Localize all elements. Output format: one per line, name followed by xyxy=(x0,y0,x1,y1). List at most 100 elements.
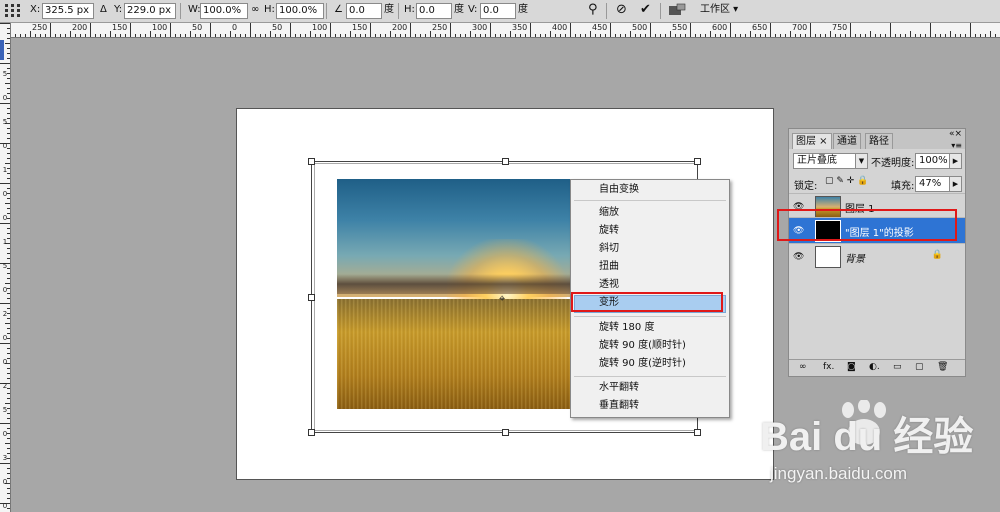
menu-item-rotate-180[interactable]: 旋转 180 度 xyxy=(599,321,654,335)
handle-top[interactable] xyxy=(502,158,509,165)
h-label: H: xyxy=(264,4,275,15)
vskew-field[interactable]: 0.0 xyxy=(480,3,516,19)
chevron-down-icon[interactable]: ▼ xyxy=(855,153,868,169)
link-icon[interactable]: ∞ xyxy=(251,3,259,17)
fill-field[interactable]: 47% xyxy=(915,176,950,192)
eye-icon[interactable]: 👁 xyxy=(793,252,804,262)
left-ruler: 5 0 5 0 1 0 0 1 5 0 2 0 0 2 5 0 3 0 0 xyxy=(0,23,11,512)
handle-top-left[interactable] xyxy=(308,158,315,165)
cancel-transform-icon[interactable]: ⊘ xyxy=(616,3,627,17)
trash-icon[interactable]: 🗑 xyxy=(937,362,948,372)
transform-center-icon[interactable]: ⌖ xyxy=(499,292,505,306)
fx-icon[interactable]: fx. xyxy=(823,362,834,372)
panel-bottom-bar: ∞ fx. ◙ ◐. ▭ ▢ 🗑 xyxy=(789,359,965,376)
y-label: Y: xyxy=(114,4,123,15)
hskew-field[interactable]: 0.0 xyxy=(416,3,452,19)
watermark-brand: Bai du 经验 xyxy=(760,415,974,459)
mask-icon[interactable]: ◙ xyxy=(847,362,856,372)
vskew-label: V: xyxy=(468,4,478,15)
layer-row-background[interactable]: 👁 背景 🔒 xyxy=(789,243,965,270)
options-bar: X: 325.5 px Δ Y: 229.0 px W: 100.0% ∞ H:… xyxy=(0,0,1000,23)
ruler-tick-label: 50 xyxy=(192,23,203,32)
baidu-watermark: Bai du 经验 jingyan.baidu.com xyxy=(752,398,992,498)
ruler-tick-label: 0 xyxy=(2,430,8,438)
watermark-url: jingyan.baidu.com xyxy=(770,464,908,483)
tab-paths[interactable]: 路径 xyxy=(865,133,893,149)
ruler-tick-label: 0 xyxy=(2,214,8,222)
ruler-tick-label: 5 xyxy=(2,70,8,78)
y-field[interactable]: 229.0 px xyxy=(124,3,176,19)
tab-layers[interactable]: 图层 × xyxy=(792,133,832,149)
h-field[interactable]: 100.0% xyxy=(276,3,324,19)
ruler-tick-label: 150 xyxy=(112,23,128,32)
new-layer-icon[interactable]: ▢ xyxy=(915,362,924,372)
menu-item-rotate-90-ccw[interactable]: 旋转 90 度(逆时针) xyxy=(599,357,686,371)
ruler-tick-label: 50 xyxy=(272,23,283,32)
menu-item-skew[interactable]: 斜切 xyxy=(599,242,619,256)
menu-item-rotate[interactable]: 旋转 xyxy=(599,224,619,238)
ruler-tick-label: 500 xyxy=(632,23,648,32)
menu-item-flip-horizontal[interactable]: 水平翻转 xyxy=(599,381,639,395)
ruler-tick-label: 2 xyxy=(2,382,8,390)
sunset-wheat-photo[interactable] xyxy=(337,179,579,409)
link-layers-icon[interactable]: ∞ xyxy=(799,362,807,372)
opacity-field[interactable]: 100% xyxy=(915,153,950,169)
w-field[interactable]: 100.0% xyxy=(200,3,248,19)
layers-panel: 图层 × 通道 路径 «× ▾≡ 正片叠底 ▼ 不透明度: 100% ▶ 锁定:… xyxy=(788,128,966,377)
ruler-tick-label: 550 xyxy=(672,23,688,32)
ruler-tick-label: 0 xyxy=(2,286,8,294)
rotation-field[interactable]: 0.0 xyxy=(346,3,382,19)
x-field[interactable]: 325.5 px xyxy=(42,3,94,19)
reference-point-icon[interactable] xyxy=(4,3,22,17)
ruler-tick-label: 750 xyxy=(832,23,848,32)
rotation-unit: 度 xyxy=(384,4,394,15)
handle-left[interactable] xyxy=(308,294,315,301)
bridge-icon[interactable] xyxy=(668,3,686,17)
ruler-tick-label: 1 xyxy=(2,238,8,246)
menu-item-flip-vertical[interactable]: 垂直翻转 xyxy=(599,399,639,413)
tab-channels[interactable]: 通道 xyxy=(833,133,861,149)
ruler-tick-label: 450 xyxy=(592,23,608,32)
handle-bottom-left[interactable] xyxy=(308,429,315,436)
annotation-box-warp xyxy=(571,292,723,312)
lock-icons[interactable]: ▢ ✎ ✛ 🔒 xyxy=(825,176,868,186)
layer-thumbnail xyxy=(815,246,841,268)
handle-bottom[interactable] xyxy=(502,429,509,436)
panel-close-icon[interactable]: «× xyxy=(949,129,962,139)
angle-icon: ∠ xyxy=(334,4,343,15)
layer-name[interactable]: 背景 xyxy=(845,250,865,265)
opacity-arrow-icon[interactable]: ▶ xyxy=(949,153,962,169)
fill-arrow-icon[interactable]: ▶ xyxy=(949,176,962,192)
delta-icon[interactable]: Δ xyxy=(100,3,107,17)
menu-item-free-transform[interactable]: 自由变换 xyxy=(599,183,639,197)
ruler-tick-label: 5 xyxy=(2,262,8,270)
ruler-tick-label: 0 xyxy=(2,190,8,198)
adjustment-icon[interactable]: ◐. xyxy=(869,362,880,372)
warp-mode-icon[interactable]: ⚲ xyxy=(588,3,598,17)
menu-item-perspective[interactable]: 透视 xyxy=(599,278,619,292)
ruler-tick-label: 2 xyxy=(2,310,8,318)
handle-top-right[interactable] xyxy=(694,158,701,165)
ruler-tick-label: 5 xyxy=(2,118,8,126)
ruler-tick-label: 100 xyxy=(152,23,168,32)
workspace-menu[interactable]: 工作区 ▾ xyxy=(700,3,738,17)
menu-item-rotate-90-cw[interactable]: 旋转 90 度(顺时针) xyxy=(599,339,686,353)
ruler-tick-label: 0 xyxy=(2,502,8,510)
group-icon[interactable]: ▭ xyxy=(893,362,902,372)
hskew-unit: 度 xyxy=(454,4,464,15)
ruler-tick-label: 3 xyxy=(2,454,8,462)
ruler-tick-label: 400 xyxy=(552,23,568,32)
ruler-tick-label: 0 xyxy=(2,358,8,366)
menu-item-distort[interactable]: 扭曲 xyxy=(599,260,619,274)
panel-menu-icon[interactable]: ▾≡ xyxy=(951,141,962,150)
ruler-tick-label: 1 xyxy=(2,166,8,174)
fill-label: 填充: xyxy=(891,181,915,192)
ruler-tick-label: 250 xyxy=(432,23,448,32)
ruler-tick-label: 0 xyxy=(2,142,8,150)
handle-bottom-right[interactable] xyxy=(694,429,701,436)
ruler-tick-label: 0 xyxy=(2,94,8,102)
x-label: X: xyxy=(30,4,41,15)
commit-transform-icon[interactable]: ✔ xyxy=(640,3,651,17)
ruler-tick-label: 0 xyxy=(2,334,8,342)
menu-item-scale[interactable]: 缩放 xyxy=(599,206,619,220)
